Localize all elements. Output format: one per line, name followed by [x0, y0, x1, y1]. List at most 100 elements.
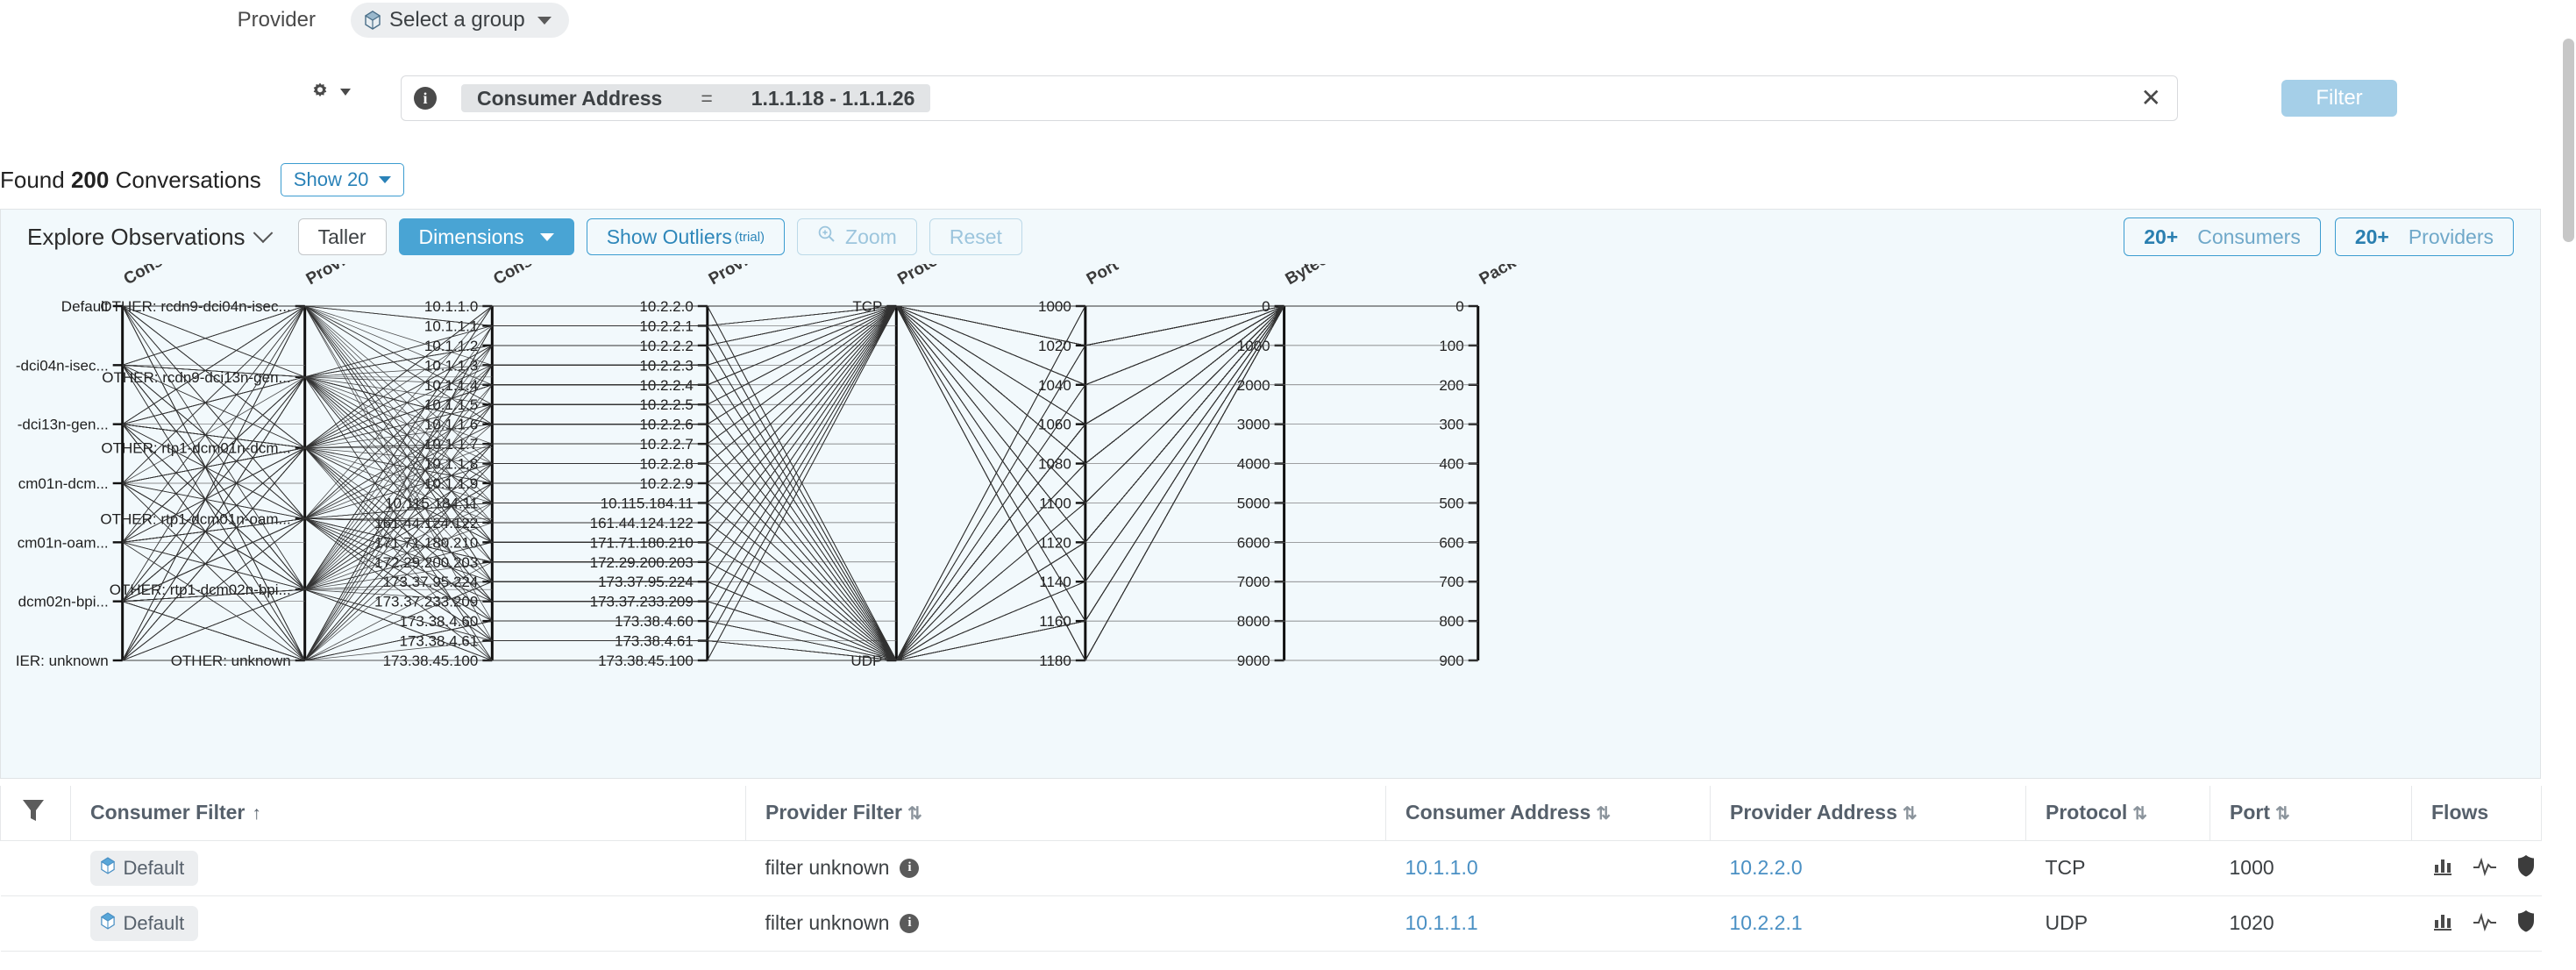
chart-toolbar: Explore Observations Taller Dimensions S… [1, 210, 2540, 264]
axis-tick-label: 10.2.2.2 [639, 338, 693, 354]
zoom-button[interactable]: Zoom [797, 218, 917, 255]
table-header-row: Consumer Filter ↑ Provider Filter ⇅ Consum… [0, 786, 2542, 841]
flow-icon-group [2431, 853, 2534, 883]
axis-tick-label: 161.44.124.122 [590, 515, 694, 531]
provider-group-row: Provider Select a group [0, 0, 2525, 40]
col-label: Consumer Address [1405, 801, 1591, 824]
filter-button[interactable]: Filter [2281, 80, 2397, 117]
page-scrollbar[interactable] [2560, 0, 2576, 970]
close-icon[interactable]: ✕ [2141, 86, 2165, 111]
table-row[interactable]: Default filter unknown i 10.1.1.1 10.2.2.1 UD… [0, 895, 2542, 952]
col-header-consumer-filter[interactable]: Consumer Filter ↑ [70, 786, 746, 841]
table-row[interactable]: Default filter unknown i 10.1.1.0 10.2.2.0 TC… [0, 840, 2542, 896]
cell-consumer-address: 10.1.1.1 [1385, 895, 1711, 952]
col-header-protocol[interactable]: Protocol ⇅ [2025, 786, 2210, 841]
table-filter-toggle[interactable] [0, 786, 71, 841]
consumer-address-link[interactable]: 10.1.1.1 [1405, 911, 1478, 934]
show-count-select[interactable]: Show 20 [280, 163, 405, 196]
cell-consumer-filter: Default [70, 840, 746, 896]
axis-tick-label: 173.37.233.209 [590, 594, 694, 610]
axis-tick-label: 173.38.4.61 [615, 633, 694, 650]
consumers-count-badge[interactable]: 20+ Consumers [2124, 218, 2321, 256]
sort-indicator-icon: ⇅ [907, 804, 922, 824]
cell-flows [2411, 840, 2542, 896]
filter-token-operator: = [701, 86, 713, 110]
found-count: 200 [70, 166, 110, 193]
col-header-provider-address[interactable]: Provider Address ⇅ [1710, 786, 2026, 841]
col-label: Consumer Filter [90, 801, 246, 824]
col-header-consumer-address[interactable]: Consumer Address ⇅ [1385, 786, 1711, 841]
cell-provider-address: 10.2.2.0 [1710, 840, 2026, 896]
cell-consumer-filter: Default [70, 895, 746, 952]
consumer-filter-chip[interactable]: Default [89, 850, 199, 886]
providers-count-badge[interactable]: 20+ Providers [2334, 218, 2514, 256]
col-header-flows: Flows [2411, 786, 2542, 841]
provider-filter-label: filter unknown [765, 911, 890, 934]
select-group-button[interactable]: Select a group [351, 3, 569, 38]
consumer-address-link[interactable]: 10.1.1.0 [1405, 856, 1478, 879]
cell-consumer-address: 10.1.1.0 [1385, 840, 1711, 896]
axis-tick-label: 700 [1439, 574, 1463, 590]
explore-observations-toggle[interactable]: Explore Observations [27, 223, 273, 251]
axis-tick-label: cm01n-dcm... [18, 475, 109, 492]
bar-chart-icon[interactable] [2431, 854, 2454, 882]
axis-tick-label: 173.38.45.100 [383, 653, 479, 669]
info-icon[interactable]: i [900, 913, 920, 933]
cube-icon [100, 856, 115, 880]
zoom-in-icon [817, 225, 836, 249]
show-outliers-button[interactable]: Show Outliers (trial) [586, 218, 786, 255]
axis-tick-label: 500 [1439, 495, 1463, 511]
col-header-port[interactable]: Port ⇅ [2210, 786, 2412, 841]
axis-tick-label: 10.2.2.3 [639, 357, 693, 374]
filter-token-consumer-address[interactable]: Consumer Address = 1.1.1.18 - 1.1.1.26 [461, 84, 931, 112]
axis-tick-label: 6000 [1237, 534, 1270, 551]
axis-title-provider-filter: Provider Filter [303, 264, 411, 289]
cell-provider-filter: filter unknown i [745, 840, 1386, 896]
col-label: Provider Address [1730, 801, 1897, 824]
axis-title-packetcount: Packetcount [1477, 264, 1572, 289]
filter-input[interactable]: i Consumer Address = 1.1.1.18 - 1.1.1.26… [401, 75, 2178, 121]
row-select-cell [0, 895, 71, 952]
provider-address-link[interactable]: 10.2.2.1 [1730, 911, 1803, 934]
axis-tick-label: 400 [1439, 456, 1463, 473]
info-icon[interactable]: i [414, 87, 437, 110]
info-icon[interactable]: i [900, 858, 920, 878]
axis-tick-label: dcm02n-bpi... [18, 594, 109, 610]
bar-chart-icon[interactable] [2431, 909, 2454, 938]
pulse-icon[interactable] [2472, 854, 2498, 882]
cell-flows [2411, 895, 2542, 952]
cell-port: 1020 [2210, 895, 2412, 952]
col-header-provider-filter[interactable]: Provider Filter ⇅ [745, 786, 1386, 841]
axis-title-consumer-address: Consumer Address [490, 264, 632, 289]
axis-tick-label: 10.2.2.9 [639, 475, 693, 492]
providers-count: 20+ [2354, 225, 2389, 248]
shield-icon[interactable] [2516, 853, 2537, 883]
dimensions-button[interactable]: Dimensions [398, 218, 574, 255]
parallel-coordinates-svg[interactable]: Consumer FilterDefault-dci04n-isec...-dc… [1, 264, 2540, 780]
provider-filter-label: filter unknown [765, 856, 890, 879]
axis-title-bytecount: Bytecount [1283, 264, 1363, 289]
provider-address-link[interactable]: 10.2.2.0 [1730, 856, 1803, 879]
page-scrollbar-thumb[interactable] [2563, 39, 2574, 242]
found-count-text: Found 200 Conversations [0, 167, 261, 194]
row-select-cell [0, 840, 71, 896]
pulse-icon[interactable] [2472, 909, 2498, 938]
axis-tick-label: UDP [850, 653, 882, 669]
chevron-down-icon [379, 176, 392, 183]
parallel-coordinates-chart[interactable]: Consumer FilterDefault-dci04n-isec...-dc… [1, 264, 2540, 780]
axis-tick-label: 1100 [1039, 495, 1071, 511]
cell-protocol: UDP [2025, 895, 2210, 952]
taller-button[interactable]: Taller [297, 218, 387, 255]
axis-tick-label: 10.1.1.0 [424, 298, 478, 315]
reset-button[interactable]: Reset [929, 218, 1022, 255]
col-label: Protocol [2046, 801, 2128, 824]
show-count-label: Show 20 [293, 168, 369, 190]
gear-icon [309, 81, 331, 103]
shield-icon[interactable] [2516, 909, 2537, 938]
axis-tick-label: 9000 [1237, 653, 1270, 669]
explore-observations-label: Explore Observations [27, 223, 246, 250]
axis-tick-label: 171.71.180.210 [590, 534, 694, 551]
consumer-filter-chip[interactable]: Default [89, 905, 199, 941]
settings-gear-button[interactable] [309, 81, 351, 103]
dimensions-label: Dimensions [418, 225, 524, 248]
